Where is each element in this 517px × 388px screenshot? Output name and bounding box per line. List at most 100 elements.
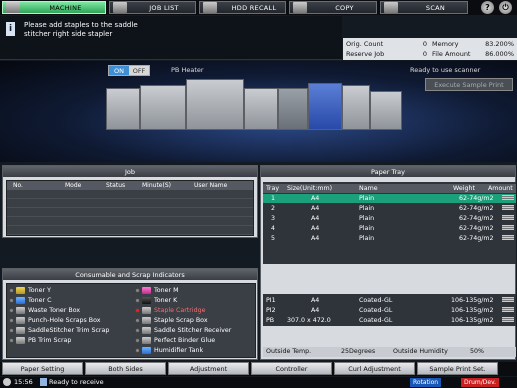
- status-dot: [9, 298, 14, 303]
- tray-size: A4: [311, 215, 320, 222]
- tray-paper-name: Plain: [359, 195, 375, 202]
- col-mode: Mode: [65, 182, 82, 189]
- tray-number: PB: [266, 317, 275, 324]
- status-bar: 15:56 Ready to receive Rotation Drum/Dev…: [0, 377, 517, 388]
- box-icon: [142, 317, 151, 324]
- tab-machine[interactable]: MACHINE: [2, 1, 106, 14]
- file-amount-value: 86.000%: [485, 50, 514, 58]
- tab-bar: MACHINE JOB LIST HDD RECALL COPY SCAN: [0, 0, 517, 15]
- drum-dev-badge[interactable]: Drum/Dev.: [461, 378, 500, 387]
- machine-unit: [370, 91, 402, 130]
- controller-button[interactable]: Controller: [251, 362, 332, 375]
- tab-hdd-recall[interactable]: HDD RECALL: [199, 1, 286, 14]
- tray-number: 5: [271, 235, 276, 242]
- status-dot: [135, 288, 140, 293]
- tab-scan[interactable]: SCAN: [380, 1, 468, 14]
- table-row[interactable]: [7, 217, 253, 226]
- machine-unit: [106, 88, 140, 130]
- tray-row-pb[interactable]: PB 307.0 x 472.0 Coated-GL 106-135g/m2: [263, 316, 516, 325]
- on-button[interactable]: ON: [109, 66, 129, 75]
- consumable-staple-scrap-box[interactable]: Staple Scrap Box: [135, 316, 208, 325]
- consumable-staple-cartridge[interactable]: Staple Cartridge: [135, 306, 205, 315]
- machine-icon: [6, 2, 20, 13]
- tray-row-5[interactable]: 5 A4 Plain 62-74g/m2: [263, 234, 516, 243]
- consumable-saddle-receiver[interactable]: Saddle Stitcher Receiver: [135, 326, 231, 335]
- tray-size: A4: [311, 205, 320, 212]
- col-amount: Amount: [488, 185, 513, 192]
- status-panel: Orig. Count 0 Memory 83.200% Reserve Job…: [343, 38, 517, 60]
- tab-copy[interactable]: COPY: [289, 1, 377, 14]
- curl-adjustment-button[interactable]: Curl Adjustment: [334, 362, 415, 375]
- ready-status: Ready to use scanner: [410, 66, 481, 74]
- tray-row-3[interactable]: 3 A4 Plain 62-74g/m2: [263, 214, 516, 223]
- job-list-icon: [113, 2, 127, 13]
- tray-weight: 62-74g/m2: [459, 235, 494, 242]
- amount-icon: [502, 215, 514, 220]
- bottom-toolbar: Paper Setting Both Sides Adjustment Cont…: [0, 362, 517, 376]
- orig-count-label: Orig. Count: [346, 40, 384, 48]
- col-name: Name: [359, 185, 378, 192]
- tray-number: 3: [271, 215, 276, 222]
- tray-row-2[interactable]: 2 A4 Plain 62-74g/m2: [263, 204, 516, 213]
- tray-size: A4: [311, 225, 320, 232]
- tray-paper-name: Plain: [359, 205, 375, 212]
- tray-row-pi1[interactable]: PI1 A4 Coated-GL 106-135g/m2: [263, 296, 516, 305]
- consumable-waste-toner-box[interactable]: Waste Toner Box: [9, 306, 80, 315]
- consumable-humidifier-tank[interactable]: Humidifier Tank: [135, 346, 203, 355]
- screen: MACHINE JOB LIST HDD RECALL COPY SCAN ? …: [0, 0, 517, 388]
- power-icon[interactable]: ⏻: [499, 1, 512, 14]
- clock-icon: [3, 378, 11, 386]
- table-row[interactable]: [7, 199, 253, 208]
- job-list[interactable]: No. Mode Status Minute(S) User Name: [6, 180, 254, 236]
- both-sides-button[interactable]: Both Sides: [85, 362, 166, 375]
- message-text: Please add staples to the saddle stitche…: [24, 21, 138, 38]
- machine-unit: [186, 79, 244, 130]
- col-user: User Name: [194, 182, 228, 189]
- tray-row-4[interactable]: 4 A4 Plain 62-74g/m2: [263, 224, 516, 233]
- tray-row-pi2[interactable]: PI2 A4 Coated-GL 106-135g/m2: [263, 306, 516, 315]
- tray-row-1[interactable]: 1 A4 Plain 62-74g/m2: [263, 194, 516, 203]
- consumable-toner-m[interactable]: Toner M: [135, 286, 179, 295]
- consumable-punch-hole-box[interactable]: Punch-Hole Scraps Box: [9, 316, 101, 325]
- tray-size: 307.0 x 472.0: [287, 317, 331, 324]
- table-row[interactable]: [7, 226, 253, 235]
- execute-sample-print-button[interactable]: Execute Sample Print: [425, 78, 513, 91]
- tray-paper-name: Coated-GL: [359, 307, 393, 314]
- tray-size: A4: [311, 307, 320, 314]
- machine-image: [0, 61, 517, 162]
- consumable-toner-c[interactable]: Toner C: [9, 296, 51, 305]
- box-icon: [142, 327, 151, 334]
- adjustment-button[interactable]: Adjustment: [168, 362, 249, 375]
- tab-job-list[interactable]: JOB LIST: [109, 1, 196, 14]
- box-icon: [16, 327, 25, 334]
- status-dot: [135, 338, 140, 343]
- consumable-toner-k[interactable]: Toner K: [135, 296, 177, 305]
- off-button[interactable]: OFF: [129, 66, 149, 75]
- status-dot: [9, 338, 14, 343]
- paper-setting-button[interactable]: Paper Setting: [2, 362, 83, 375]
- status-dot: [9, 288, 14, 293]
- consumable-binder-glue[interactable]: Perfect Binder Glue: [135, 336, 215, 345]
- tray-number: 2: [271, 205, 276, 212]
- toner-icon: [142, 287, 151, 294]
- toner-icon: [16, 287, 25, 294]
- col-no: No.: [13, 182, 23, 189]
- machine-unit: [140, 85, 186, 130]
- consumable-saddle-trim-scrap[interactable]: SaddleStitcher Trim Scrap: [9, 326, 109, 335]
- pb-heater-toggle[interactable]: ON OFF: [108, 65, 150, 76]
- file-amount-label: File Amount: [432, 50, 471, 58]
- help-icon[interactable]: ?: [481, 1, 494, 14]
- rotation-badge[interactable]: Rotation: [410, 378, 442, 387]
- machine-unit: [278, 88, 308, 130]
- col-tray: Tray: [266, 185, 280, 192]
- table-row[interactable]: [7, 208, 253, 217]
- hdd-icon: [203, 2, 217, 13]
- amount-icon: [502, 297, 514, 302]
- table-row[interactable]: [7, 190, 253, 199]
- consumable-toner-y[interactable]: Toner Y: [9, 286, 51, 295]
- consumable-pb-trim-scrap[interactable]: PB Trim Scrap: [9, 336, 71, 345]
- amount-icon: [502, 235, 514, 240]
- glue-icon: [142, 337, 151, 344]
- memory-value: 83.200%: [485, 40, 514, 48]
- sample-print-set-button[interactable]: Sample Print Set.: [417, 362, 498, 375]
